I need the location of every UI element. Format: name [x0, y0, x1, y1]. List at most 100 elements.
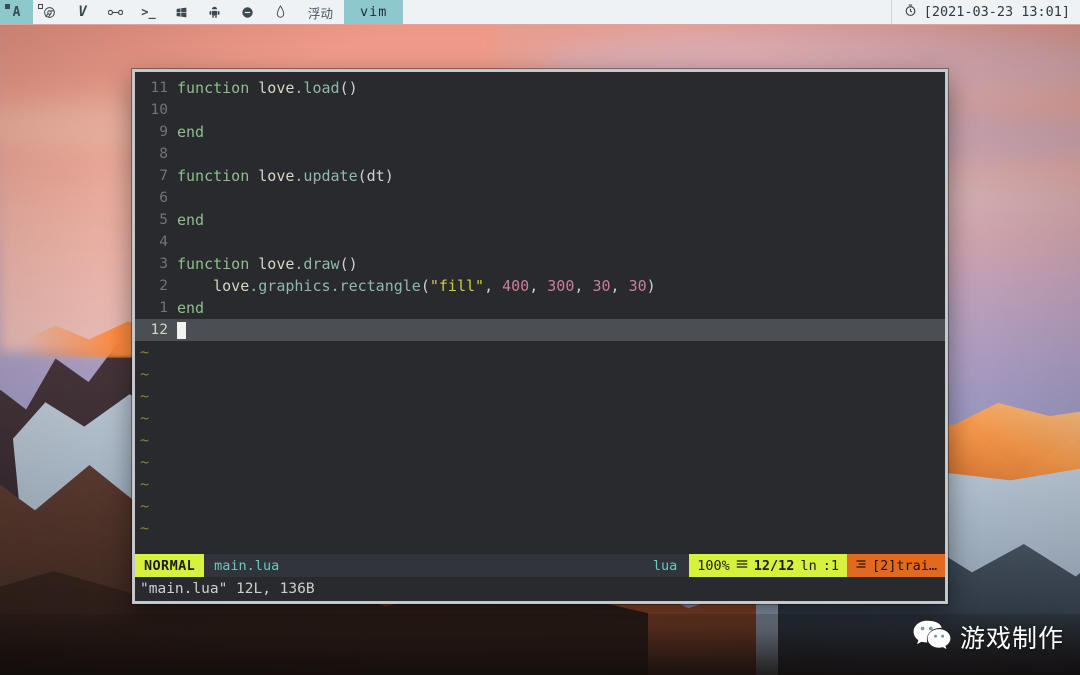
- A-icon: A: [12, 4, 21, 20]
- tilde-glyph: ~: [140, 519, 150, 537]
- empty-line-marker: ~: [135, 517, 945, 539]
- token: .graphics: [249, 277, 331, 295]
- tag-occupied-indicator: [5, 4, 10, 9]
- token: ,: [610, 277, 629, 295]
- minus-circle-icon: [241, 6, 254, 19]
- taskbar-tag-8[interactable]: [231, 0, 264, 24]
- taskbar-spacer: [403, 0, 891, 24]
- current-line-text: [177, 319, 186, 341]
- layout-indicator[interactable]: 浮动: [297, 0, 344, 24]
- taskbar-tag-6[interactable]: [165, 0, 198, 24]
- taskbar-tag-list: A V >_: [0, 0, 297, 24]
- terminal-icon: >_: [141, 5, 156, 19]
- clock-widget: [2021-03-23 13:01]: [890, 0, 1080, 24]
- taskbar-tag-5[interactable]: >_: [132, 0, 165, 24]
- token: .update: [294, 167, 358, 185]
- code-line-list: 11 function love.load() 10 9 end 8 7 function l…: [135, 77, 945, 319]
- status-warning-group[interactable]: [2]trai…: [846, 554, 945, 577]
- tag-occupied-indicator: [38, 4, 43, 9]
- code-line[interactable]: 2 love.graphics.rectangle("fill", 400, 3…: [135, 275, 945, 297]
- clock-icon: [904, 4, 917, 21]
- flask-icon: [275, 5, 286, 19]
- tilde-glyph: ~: [140, 475, 150, 493]
- watermark: 游戏制作: [913, 619, 1064, 655]
- vim-window[interactable]: 11 function love.load() 10 9 end 8 7 function l…: [132, 69, 948, 604]
- taskbar-tag-4[interactable]: [99, 0, 132, 24]
- code-line[interactable]: 9 end: [135, 121, 945, 143]
- status-gap: [289, 554, 641, 577]
- token: end: [177, 123, 205, 141]
- taskbar-tag-7[interactable]: [198, 0, 231, 24]
- empty-line-marker: ~: [135, 341, 945, 363]
- code-line[interactable]: 8: [135, 143, 945, 165]
- indent-icon: [855, 558, 867, 574]
- windows-icon: [175, 6, 188, 19]
- code-line[interactable]: 1 end: [135, 297, 945, 319]
- token: love: [258, 167, 295, 185]
- taskbar-tag-2[interactable]: [33, 0, 66, 24]
- android-icon: [208, 5, 221, 19]
- line-content: end: [177, 209, 204, 231]
- taskbar-tag-3[interactable]: V: [66, 0, 99, 24]
- code-line[interactable]: 10: [135, 99, 945, 121]
- line-content: end: [177, 121, 204, 143]
- status-line: NORMAL main.lua lua 100% 12/12 ln :1 [2]…: [135, 554, 945, 577]
- V-icon: V: [78, 4, 87, 20]
- taskbar-tag-1[interactable]: A: [0, 0, 33, 24]
- line-number: 10: [150, 102, 168, 118]
- token: end: [177, 299, 205, 317]
- taskbar: A V >_ 浮动 vim [2021-03-23 13:01]: [0, 0, 1080, 25]
- command-line[interactable]: "main.lua" 12L, 136B: [135, 577, 945, 601]
- code-line[interactable]: 3 function love.draw(): [135, 253, 945, 275]
- token: ,: [574, 277, 593, 295]
- line-number: 8: [159, 146, 168, 162]
- line-content: love.graphics.rectangle("fill", 400, 300…: [177, 275, 656, 297]
- tilde-glyph: ~: [140, 431, 150, 449]
- chrome-icon: [43, 6, 56, 19]
- empty-line-marker: ~: [135, 385, 945, 407]
- line-number: 5: [159, 212, 168, 228]
- empty-line-marker: ~: [135, 363, 945, 385]
- token: .rectangle: [330, 277, 421, 295]
- code-line[interactable]: 5 end: [135, 209, 945, 231]
- taskbar-tag-9[interactable]: [264, 0, 297, 24]
- wechat-icon: [913, 619, 951, 655]
- text-cursor: [177, 322, 186, 339]
- token: (: [420, 277, 430, 295]
- window-title[interactable]: vim: [344, 0, 404, 24]
- line-number: 4: [159, 234, 168, 250]
- line-content: function love.draw(): [177, 253, 358, 275]
- status-percent: 100%: [697, 557, 730, 574]
- current-line[interactable]: 12: [135, 319, 945, 341]
- line-number: 3: [159, 256, 168, 272]
- token: ,: [484, 277, 503, 295]
- tilde-glyph: ~: [140, 409, 150, 427]
- token: love: [258, 79, 295, 97]
- token: (): [339, 255, 358, 273]
- token: (dt): [357, 167, 394, 185]
- line-content: end: [177, 297, 204, 319]
- code-line[interactable]: 11 function love.load(): [135, 77, 945, 99]
- tilde-glyph: ~: [140, 497, 150, 515]
- status-filetype: lua: [652, 557, 678, 574]
- code-line[interactable]: 7 function love.update(dt): [135, 165, 945, 187]
- token: 400: [502, 277, 530, 295]
- line-number: 9: [159, 124, 168, 140]
- empty-line-marker: ~: [135, 451, 945, 473]
- code-line[interactable]: 4: [135, 231, 945, 253]
- line-number: 7: [159, 168, 168, 184]
- line-content: function love.update(dt): [177, 165, 394, 187]
- line-number: 11: [150, 80, 168, 96]
- status-line-position: 12/12: [753, 557, 795, 574]
- watermark-text: 游戏制作: [959, 624, 1064, 653]
- token: function: [177, 255, 250, 273]
- token: function: [177, 167, 250, 185]
- token: love: [258, 255, 295, 273]
- tilde-glyph: ~: [140, 343, 150, 361]
- editor-buffer[interactable]: 11 function love.load() 10 9 end 8 7 function l…: [135, 72, 945, 554]
- token: "fill": [429, 277, 485, 295]
- code-line[interactable]: 6: [135, 187, 945, 209]
